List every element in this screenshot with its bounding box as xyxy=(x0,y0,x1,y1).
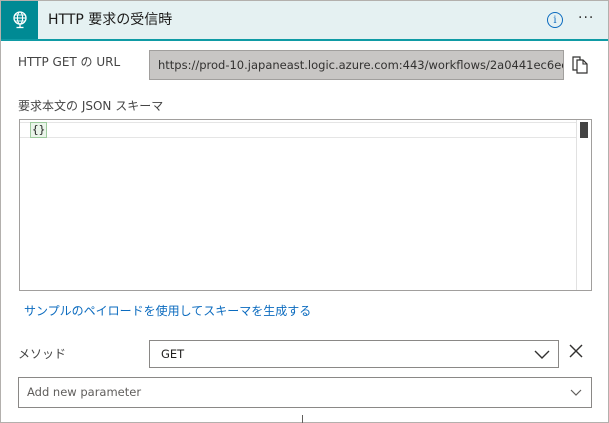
flow-connector xyxy=(302,415,303,423)
more-options-icon[interactable]: ··· xyxy=(578,11,598,29)
info-icon[interactable]: i xyxy=(547,12,563,28)
editor-scroll-thumb[interactable] xyxy=(580,122,588,138)
chevron-down-icon xyxy=(534,350,550,359)
method-label: メソッド xyxy=(18,347,67,361)
card-title: HTTP 要求の受信時 xyxy=(48,12,173,28)
http-request-trigger-card: HTTP 要求の受信時 i ··· HTTP GET の URL https:/… xyxy=(0,0,609,423)
add-parameter-dropdown[interactable]: Add new parameter xyxy=(18,377,592,408)
chevron-down-icon xyxy=(570,389,582,396)
add-parameter-placeholder: Add new parameter xyxy=(27,385,142,399)
url-label: HTTP GET の URL xyxy=(18,55,121,69)
http-trigger-icon xyxy=(1,1,38,39)
method-dropdown[interactable]: GET xyxy=(149,340,559,368)
card-header[interactable]: HTTP 要求の受信時 i ··· xyxy=(1,1,608,41)
json-schema-editor[interactable]: {} xyxy=(19,119,592,291)
editor-current-line xyxy=(20,122,577,138)
method-value: GET xyxy=(161,347,185,361)
clear-icon[interactable] xyxy=(568,343,584,359)
copy-icon[interactable] xyxy=(571,55,589,75)
url-field[interactable]: https://prod-10.japaneast.logic.azure.co… xyxy=(149,50,564,80)
editor-scrollbar[interactable] xyxy=(576,120,591,290)
generate-schema-link[interactable]: サンプルのペイロードを使用してスキーマを生成する xyxy=(24,302,311,319)
schema-code: {} xyxy=(29,122,48,138)
schema-label: 要求本文の JSON スキーマ xyxy=(18,99,164,113)
